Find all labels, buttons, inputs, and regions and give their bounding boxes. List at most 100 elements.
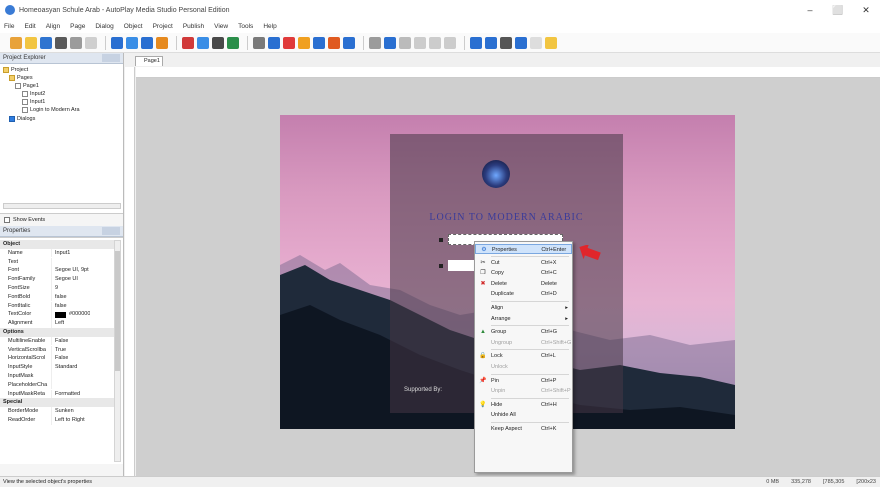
toolbar-button-icon[interactable] <box>40 36 52 49</box>
context-menu-item[interactable]: Keep Aspect Ctrl+K <box>475 424 572 434</box>
property-value[interactable]: 9 <box>52 284 58 293</box>
toolbar-button-icon[interactable] <box>328 36 340 49</box>
property-value[interactable]: False <box>52 337 68 346</box>
property-value[interactable]: False <box>52 354 68 363</box>
toolbar-button-icon[interactable] <box>283 36 295 49</box>
property-row[interactable]: InputMaskReta Formatted <box>0 389 114 399</box>
tree-item[interactable]: Pages <box>9 75 33 81</box>
toolbar-button-icon[interactable] <box>470 36 482 49</box>
toolbar-button-icon[interactable] <box>444 36 456 49</box>
property-row[interactable]: HorizontalScrol False <box>0 354 114 363</box>
property-row[interactable]: ReadOrder Left to Right <box>0 416 114 425</box>
property-row[interactable]: VerticalScrollba True <box>0 345 114 355</box>
context-menu-item[interactable]: Unhide All <box>475 410 572 420</box>
minimize-button[interactable]: – <box>796 0 824 20</box>
menu-item-edit[interactable]: Edit <box>24 23 35 30</box>
property-row[interactable]: Font Segoe UI, 9pt <box>0 266 114 275</box>
tree-item[interactable]: Login to Modern Ara <box>22 107 80 113</box>
toolbar-button-icon[interactable] <box>10 36 22 49</box>
property-row[interactable]: FontFamily Segoe UI <box>0 275 114 284</box>
context-menu-item[interactable]: 💡 Hide Ctrl+H <box>475 400 572 410</box>
toolbar-button-icon[interactable] <box>111 36 123 49</box>
toolbar-button-icon[interactable] <box>253 36 265 49</box>
toolbar-button-icon[interactable] <box>70 36 82 49</box>
toolbar-button-icon[interactable] <box>515 36 527 49</box>
menu-item-file[interactable]: File <box>4 23 14 30</box>
context-menu-item[interactable]: ✂ Cut Ctrl+X <box>475 258 572 268</box>
toolbar-button-icon[interactable] <box>530 36 542 49</box>
property-row[interactable]: FontItalic false <box>0 301 114 311</box>
horizontal-scrollbar[interactable] <box>3 203 121 209</box>
property-category[interactable]: Options <box>0 328 114 337</box>
property-value[interactable]: Left <box>52 319 64 328</box>
toolbar-button-icon[interactable] <box>429 36 441 49</box>
property-value[interactable]: Sunken <box>52 407 74 416</box>
property-row[interactable]: InputStyle Standard <box>0 363 114 372</box>
close-button[interactable]: ✕ <box>852 0 880 20</box>
menu-item-help[interactable]: Help <box>263 23 276 30</box>
context-menu-item[interactable]: ✖ Delete Delete <box>475 279 572 289</box>
property-row[interactable]: PlaceholderCha <box>0 380 114 390</box>
tab-page1[interactable]: Page1 <box>135 56 163 66</box>
toolbar-button-icon[interactable] <box>212 36 224 49</box>
menu-item-tools[interactable]: Tools <box>238 23 253 30</box>
toolbar-button-icon[interactable] <box>126 36 138 49</box>
pin-icon[interactable] <box>102 227 120 235</box>
toolbar-button-icon[interactable] <box>25 36 37 49</box>
property-value[interactable]: Standard <box>52 363 77 372</box>
property-row[interactable]: FontBold false <box>0 292 114 302</box>
menu-item-view[interactable]: View <box>214 23 228 30</box>
menu-item-object[interactable]: Object <box>124 23 143 30</box>
toolbar-button-icon[interactable] <box>414 36 426 49</box>
context-menu-item[interactable]: Duplicate Ctrl+D <box>475 289 572 299</box>
context-menu-item[interactable]: ▲ Group Ctrl+G <box>475 327 572 337</box>
vertical-scrollbar[interactable] <box>114 240 121 462</box>
toolbar-button-icon[interactable] <box>85 36 97 49</box>
property-value[interactable]: Formatted <box>52 390 80 399</box>
property-value[interactable]: false <box>52 302 67 311</box>
property-value[interactable]: Segoe UI, 9pt <box>52 266 89 275</box>
menu-item-align[interactable]: Align <box>46 23 60 30</box>
maximize-button[interactable]: ⬜ <box>824 0 852 20</box>
property-row[interactable]: Text <box>0 257 114 267</box>
toolbar-button-icon[interactable] <box>545 36 557 49</box>
context-menu-item[interactable]: Arrange ▸ <box>475 314 572 324</box>
context-menu-item[interactable]: 📌 Pin Ctrl+P <box>475 376 572 386</box>
property-value[interactable] <box>52 372 55 381</box>
toolbar-button-icon[interactable] <box>500 36 512 49</box>
tree-item[interactable]: Input1 <box>22 99 45 105</box>
property-value[interactable]: True <box>52 346 66 355</box>
toolbar-button-icon[interactable] <box>197 36 209 49</box>
pin-icon[interactable] <box>102 54 120 62</box>
toolbar-button-icon[interactable] <box>384 36 396 49</box>
property-row[interactable]: BorderMode Sunken <box>0 407 114 416</box>
property-row[interactable]: TextColor #000000 <box>0 310 114 319</box>
tree-item[interactable]: Input2 <box>22 91 45 97</box>
property-row[interactable]: FontSize 9 <box>0 284 114 293</box>
property-value[interactable]: Left to Right <box>52 416 85 425</box>
menu-item-page[interactable]: Page <box>70 23 85 30</box>
menu-item-project[interactable]: Project <box>153 23 173 30</box>
context-menu-item[interactable]: ⚙ Properties Ctrl+Enter <box>475 244 572 254</box>
toolbar-button-icon[interactable] <box>268 36 280 49</box>
toolbar-button-icon[interactable] <box>399 36 411 49</box>
tree-item[interactable]: Dialogs <box>9 116 35 122</box>
toolbar-button-icon[interactable] <box>343 36 355 49</box>
tree-item[interactable]: Page1 <box>15 83 39 89</box>
property-value[interactable]: false <box>52 293 67 302</box>
property-row[interactable]: InputMask <box>0 372 114 381</box>
property-category[interactable]: Object <box>0 240 114 249</box>
toolbar-button-icon[interactable] <box>182 36 194 49</box>
property-row[interactable]: MultilineEnable False <box>0 336 114 346</box>
property-value[interactable]: #000000 <box>52 310 90 319</box>
menu-item-publish[interactable]: Publish <box>183 23 204 30</box>
property-category[interactable]: Special <box>0 398 114 407</box>
toolbar-button-icon[interactable] <box>369 36 381 49</box>
toolbar-button-icon[interactable] <box>485 36 497 49</box>
property-value[interactable] <box>52 258 55 267</box>
menu-item-dialog[interactable]: Dialog <box>95 23 113 30</box>
context-menu-item[interactable]: Align ▸ <box>475 303 572 313</box>
property-value[interactable]: Segoe UI <box>52 275 78 284</box>
property-row[interactable]: Name Input1 <box>0 248 114 258</box>
property-value[interactable] <box>52 381 55 390</box>
